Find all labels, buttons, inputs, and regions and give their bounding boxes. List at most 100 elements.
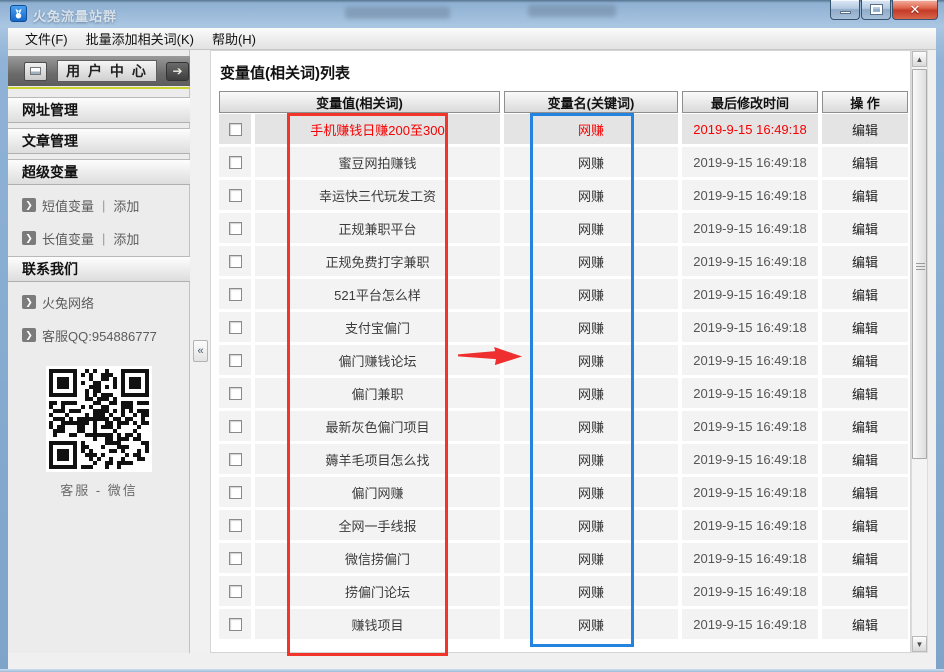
- service-qq-label[interactable]: 客服QQ:954886777: [42, 326, 157, 345]
- row-checkbox[interactable]: [229, 321, 242, 334]
- panel-title: 变量值(相关词)列表: [220, 62, 350, 83]
- redacted-text-blur: [345, 7, 450, 19]
- qr-code-svg: [49, 369, 149, 469]
- long-variable-label[interactable]: 长值变量: [42, 229, 94, 248]
- row-edit-link[interactable]: 编辑: [822, 312, 908, 342]
- menu-batch-add-keywords[interactable]: 批量添加相关词(K): [77, 27, 203, 50]
- row-edit-link[interactable]: 编辑: [822, 246, 908, 276]
- huotu-network-label[interactable]: 火兔网络: [42, 293, 94, 312]
- sidebar-item-service-qq[interactable]: ❯ 客服QQ:954886777: [8, 322, 190, 348]
- app-window: 火兔流量站群 ✕ 文件(F) 批量添加相关词(K) 帮助(H) 用 户 中 心 …: [0, 0, 944, 672]
- red-annotation-box: [287, 113, 448, 656]
- column-header-action[interactable]: 操 作: [822, 91, 908, 113]
- sidebar-item-super-variable[interactable]: 超级变量: [8, 159, 190, 185]
- sidebar-toolbar: 用 户 中 心 ➔: [8, 56, 190, 86]
- row-checkbox[interactable]: [229, 156, 242, 169]
- divider: |: [102, 231, 105, 246]
- menu-help[interactable]: 帮助(H): [203, 27, 265, 50]
- row-checkbox[interactable]: [229, 585, 242, 598]
- scrollbar-thumb[interactable]: [912, 69, 927, 459]
- app-logo-rabbit-icon: [10, 5, 27, 22]
- row-modified-time: 2019-9-15 16:49:18: [682, 510, 818, 540]
- scroll-down-button[interactable]: ▼: [912, 636, 927, 652]
- row-checkbox[interactable]: [229, 354, 242, 367]
- row-modified-time: 2019-9-15 16:49:18: [682, 477, 818, 507]
- sidebar-item-long-variable[interactable]: ❯ 长值变量 | 添加: [8, 225, 190, 251]
- minimize-icon: [840, 11, 851, 14]
- row-checkbox[interactable]: [229, 519, 242, 532]
- row-edit-link[interactable]: 编辑: [822, 411, 908, 441]
- row-checkbox[interactable]: [229, 288, 242, 301]
- row-modified-time: 2019-9-15 16:49:18: [682, 246, 818, 276]
- row-modified-time: 2019-9-15 16:49:18: [682, 444, 818, 474]
- row-checkbox[interactable]: [229, 486, 242, 499]
- row-checkbox[interactable]: [229, 387, 242, 400]
- arrow-right-icon: ➔: [172, 64, 182, 78]
- row-edit-link[interactable]: 编辑: [822, 213, 908, 243]
- red-arrow-annotation: [458, 345, 524, 369]
- short-variable-add-link[interactable]: 添加: [113, 196, 139, 215]
- go-button[interactable]: ➔: [166, 62, 189, 81]
- row-edit-link[interactable]: 编辑: [822, 444, 908, 474]
- user-center-button[interactable]: 用 户 中 心: [57, 60, 157, 82]
- row-modified-time: 2019-9-15 16:49:18: [682, 411, 818, 441]
- row-edit-link[interactable]: 编辑: [822, 543, 908, 573]
- column-header-value[interactable]: 变量值(相关词): [219, 91, 500, 113]
- menu-file[interactable]: 文件(F): [16, 27, 77, 50]
- sidebar-item-short-variable[interactable]: ❯ 短值变量 | 添加: [8, 192, 190, 218]
- row-edit-link[interactable]: 编辑: [822, 609, 908, 639]
- title-bar[interactable]: 火兔流量站群 ✕: [0, 0, 944, 28]
- row-checkbox[interactable]: [229, 453, 242, 466]
- row-modified-time: 2019-9-15 16:49:18: [682, 180, 818, 210]
- row-checkbox[interactable]: [229, 552, 242, 565]
- redacted-text-blur: [528, 5, 616, 17]
- row-checkbox[interactable]: [229, 420, 242, 433]
- row-edit-link[interactable]: 编辑: [822, 576, 908, 606]
- collapse-left-icon: «: [197, 345, 203, 357]
- row-edit-link[interactable]: 编辑: [822, 180, 908, 210]
- filler: [928, 50, 936, 653]
- menu-bar: 文件(F) 批量添加相关词(K) 帮助(H): [8, 28, 936, 50]
- row-edit-link[interactable]: 编辑: [822, 147, 908, 177]
- chevron-right-icon: ❯: [22, 295, 36, 309]
- row-edit-link[interactable]: 编辑: [822, 345, 908, 375]
- column-header-modified[interactable]: 最后修改时间: [682, 91, 818, 113]
- row-modified-time: 2019-9-15 16:49:18: [682, 576, 818, 606]
- row-modified-time: 2019-9-15 16:49:18: [682, 345, 818, 375]
- sidebar-item-huotu-network[interactable]: ❯ 火兔网络: [8, 289, 190, 315]
- close-button[interactable]: ✕: [892, 0, 938, 20]
- chevron-right-icon: ❯: [22, 328, 36, 342]
- row-checkbox[interactable]: [229, 222, 242, 235]
- long-variable-add-link[interactable]: 添加: [113, 229, 139, 248]
- row-edit-link[interactable]: 编辑: [822, 378, 908, 408]
- row-checkbox[interactable]: [229, 189, 242, 202]
- sidebar-item-url-manage[interactable]: 网址管理: [8, 97, 190, 123]
- scroll-up-icon: ▲: [916, 55, 924, 64]
- sidebar: 用 户 中 心 ➔ 网址管理 文章管理 超级变量 ❯ 短值变量 | 添加 ❯: [8, 50, 190, 653]
- row-edit-link[interactable]: 编辑: [822, 114, 908, 144]
- table-header: 变量值(相关词) 变量名(关键词) 最后修改时间 操 作: [211, 91, 912, 113]
- panel-toggle-button[interactable]: [24, 62, 47, 81]
- column-header-name[interactable]: 变量名(关键词): [504, 91, 678, 113]
- collapse-sidebar-button[interactable]: «: [193, 340, 208, 362]
- accent-divider: [8, 87, 190, 89]
- row-checkbox[interactable]: [229, 255, 242, 268]
- chevron-right-icon: ❯: [22, 231, 36, 245]
- row-edit-link[interactable]: 编辑: [822, 477, 908, 507]
- sidebar-item-article-manage[interactable]: 文章管理: [8, 128, 190, 154]
- row-checkbox[interactable]: [229, 123, 242, 136]
- divider: |: [102, 198, 105, 213]
- maximize-icon: [871, 5, 882, 14]
- row-modified-time: 2019-9-15 16:49:18: [682, 279, 818, 309]
- sidebar-item-contact-us[interactable]: 联系我们: [8, 256, 190, 282]
- row-edit-link[interactable]: 编辑: [822, 510, 908, 540]
- vertical-scrollbar[interactable]: ▲ ▼: [911, 50, 928, 653]
- scroll-down-icon: ▼: [916, 640, 924, 649]
- row-edit-link[interactable]: 编辑: [822, 279, 908, 309]
- scroll-up-button[interactable]: ▲: [912, 51, 927, 67]
- maximize-button[interactable]: [861, 0, 891, 20]
- minimize-button[interactable]: [830, 0, 860, 20]
- row-modified-time: 2019-9-15 16:49:18: [682, 114, 818, 144]
- row-checkbox[interactable]: [229, 618, 242, 631]
- short-variable-label[interactable]: 短值变量: [42, 196, 94, 215]
